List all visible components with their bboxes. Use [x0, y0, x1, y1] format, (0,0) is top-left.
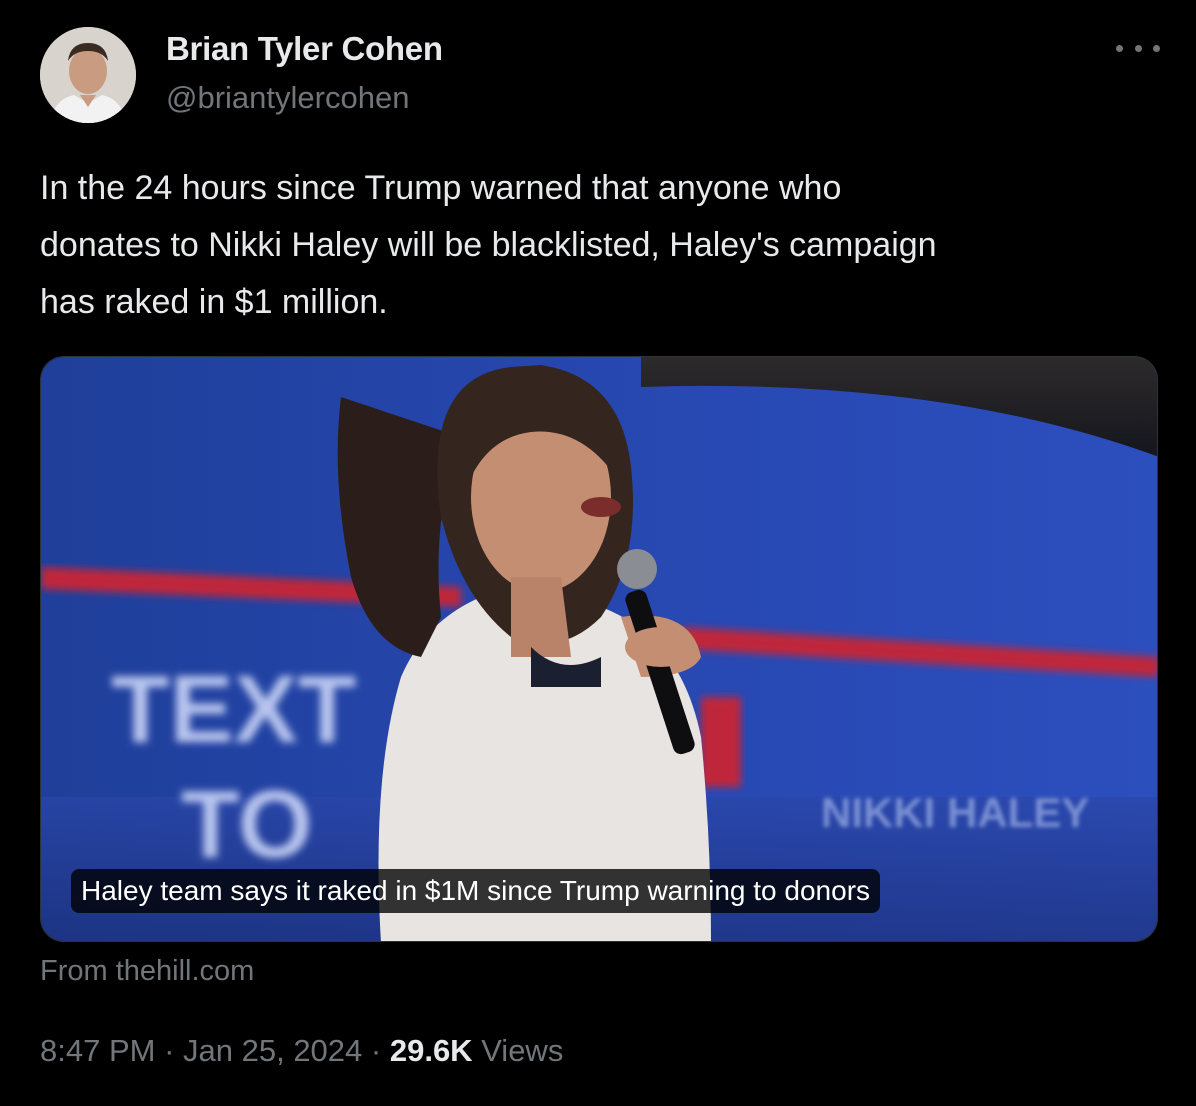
views-label: Views — [472, 1033, 564, 1068]
tweet-text: In the 24 hours since Trump warned that … — [40, 169, 937, 321]
link-card[interactable]: TEXT TO NIKKI HALEY Haley team says it r… — [40, 356, 1158, 942]
views-count[interactable]: 29.6K — [390, 1033, 473, 1068]
tweet-time[interactable]: 8:47 PM — [40, 1033, 155, 1068]
more-dot — [1153, 44, 1160, 52]
card-caption: Haley team says it raked in $1M since Tr… — [71, 869, 881, 913]
tweet: Brian Tyler Cohen @briantylercohen In th… — [0, 0, 1196, 1106]
author-name[interactable]: Brian Tyler Cohen — [166, 30, 443, 68]
sign-text: TEXT — [111, 656, 356, 763]
card-source[interactable]: From thehill.com — [40, 955, 254, 988]
more-icon[interactable] — [1116, 36, 1160, 60]
card-image: TEXT TO NIKKI HALEY — [41, 357, 1157, 941]
tweet-date[interactable]: Jan 25, 2024 — [183, 1033, 362, 1068]
meta-separator: · — [362, 1033, 390, 1068]
sign-text-2: TO — [181, 771, 313, 878]
banner-text: NIKKI HALEY — [821, 789, 1089, 836]
avatar[interactable] — [40, 27, 136, 123]
more-dot — [1134, 44, 1142, 52]
meta-separator: · — [155, 1033, 184, 1068]
more-dot — [1116, 44, 1123, 52]
tweet-meta: 8:47 PM · Jan 25, 2024 · 29.6K Views — [40, 1033, 563, 1069]
author-handle[interactable]: @briantylercohen — [166, 80, 409, 116]
